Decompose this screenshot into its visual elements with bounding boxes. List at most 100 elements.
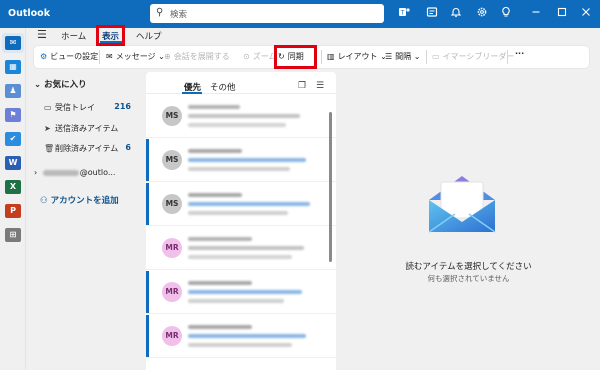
message-list: 優先 その他 ❐ ☰ MS MS MS MR MR MR — [146, 72, 336, 370]
message-item[interactable]: MS — [146, 183, 336, 226]
folder-deleted-label: 削除済みアイテム — [55, 144, 119, 153]
todo-app-icon[interactable]: ✔ — [5, 132, 21, 146]
hamburger-menu-icon[interactable]: ☰ — [37, 28, 47, 41]
folder-deleted[interactable]: 🗑削除済みアイテム — [44, 143, 118, 154]
calendar-app-icon[interactable]: ▦ — [5, 60, 21, 74]
search-icon: ⚲ — [156, 7, 164, 18]
immersive-reader-button[interactable]: ▭ イマーシブリーダー — [432, 51, 514, 62]
density-label: 間隔 — [395, 52, 412, 61]
message-preview-blurred — [188, 343, 292, 347]
favorites-header[interactable]: ⌄ お気に入り — [34, 78, 87, 90]
view-settings-button[interactable]: ⚙ ビューの設定 — [40, 51, 98, 62]
message-preview-blurred — [188, 167, 290, 171]
minimize-icon[interactable] — [528, 6, 544, 22]
message-sender-blurred — [188, 281, 252, 285]
account-name: @outlo... — [79, 168, 116, 177]
message-subject-blurred — [188, 158, 306, 162]
message-item[interactable]: MR — [146, 227, 336, 270]
bell-icon[interactable] — [448, 6, 464, 22]
message-item[interactable]: MR — [146, 315, 336, 358]
density-button[interactable]: ☰ 間隔 ⌄ — [385, 51, 420, 62]
highlight-box-sync — [274, 45, 317, 69]
message-sender-blurred — [188, 193, 242, 197]
zoom-label: ズーム — [252, 52, 277, 61]
density-icon: ☰ — [385, 52, 393, 61]
inbox-icon: ▭ — [44, 103, 52, 112]
zoom-icon: ⊙ — [243, 52, 250, 61]
tab-focused-underline — [182, 92, 202, 94]
account-row[interactable]: › @outlo... — [34, 168, 115, 177]
teams-icon[interactable]: T — [396, 6, 412, 22]
tab-home[interactable]: ホーム — [61, 30, 86, 42]
toolbar-separator — [507, 50, 508, 64]
mail-app-icon[interactable]: ✉ — [5, 36, 21, 50]
message-preview-blurred — [188, 123, 286, 127]
envelope-icon: ✉ — [106, 52, 113, 61]
message-item[interactable]: MS — [146, 139, 336, 182]
layout-button[interactable]: ▥ レイアウト ⌄ — [327, 51, 387, 62]
messages-button[interactable]: ✉ メッセージ ⌄ — [106, 51, 165, 62]
message-preview-blurred — [188, 299, 284, 303]
expand-all-label: 会話を展開する — [173, 52, 230, 61]
tab-help[interactable]: ヘルプ — [136, 30, 162, 42]
message-subject-blurred — [188, 202, 310, 206]
message-subject-blurred — [188, 290, 302, 294]
word-app-icon[interactable]: W — [5, 156, 21, 170]
calendar-notes-icon[interactable] — [424, 6, 440, 22]
select-mode-icon[interactable]: ❐ — [298, 81, 306, 91]
folder-sent[interactable]: ➤ 送信済みアイテム — [44, 123, 118, 134]
open-envelope-illustration — [425, 170, 499, 236]
inbox-count: 216 — [114, 102, 131, 111]
excel-app-icon[interactable]: X — [5, 180, 21, 194]
highlight-box-view-tab — [96, 25, 125, 46]
message-subject-blurred — [188, 246, 304, 250]
immersive-reader-label: イマーシブリーダー — [442, 52, 515, 61]
reading-pane-subtext: 何も選択されていません — [427, 274, 510, 283]
message-sender-blurred — [188, 105, 240, 109]
reading-pane-message: 読むアイテムを選択してください — [405, 262, 532, 272]
gear-icon[interactable] — [474, 6, 490, 22]
more-apps-icon[interactable]: ⊞ — [5, 228, 21, 242]
filter-icon[interactable]: ☰ — [316, 81, 324, 91]
message-sender-blurred — [188, 325, 252, 329]
folder-inbox-label: 受信トレイ — [55, 103, 95, 112]
tab-other[interactable]: その他 — [210, 81, 236, 93]
zoom-button[interactable]: ⊙ ズーム — [243, 51, 276, 62]
title-bar: Outlook ⚲ 検索 T — [0, 0, 600, 28]
add-account-link[interactable]: ⚇ アカウントを追加 — [40, 194, 119, 206]
search-placeholder: 検索 — [170, 10, 188, 20]
app-rail: ✉ ▦ ♟ ⚑ ✔ W X P ⊞ — [0, 28, 26, 370]
more-options-button[interactable]: ··· — [515, 49, 524, 58]
layout-icon: ▥ — [327, 52, 335, 61]
avatar: MR — [162, 238, 182, 258]
message-list-scrollbar[interactable] — [329, 112, 332, 262]
favorites-label: お気に入り — [44, 80, 87, 90]
search-box[interactable]: ⚲ 検索 — [150, 4, 384, 23]
message-sender-blurred — [188, 149, 242, 153]
folder-inbox[interactable]: ▭ 受信トレイ — [44, 102, 95, 113]
message-item[interactable]: MR — [146, 271, 336, 314]
powerpoint-app-icon[interactable]: P — [5, 204, 21, 218]
svg-text:T: T — [400, 10, 405, 17]
trash-icon: 🗑 — [44, 144, 55, 153]
folder-sent-label: 送信済みアイテム — [55, 124, 119, 133]
maximize-icon[interactable] — [554, 6, 570, 22]
people-app-icon[interactable]: ♟ — [5, 84, 21, 98]
view-settings-label: ビューの設定 — [50, 52, 99, 61]
avatar: MS — [162, 106, 182, 126]
groups-app-icon[interactable]: ⚑ — [5, 108, 21, 122]
account-name-blurred — [42, 169, 79, 176]
folder-pane: ⌄ お気に入り ▭ 受信トレイ 216 ➤ 送信済みアイテム 🗑削除済みアイテム 6… — [26, 72, 145, 370]
chevron-down-icon: ⌄ — [411, 52, 421, 61]
avatar: MR — [162, 282, 182, 302]
message-list-header: 優先 その他 ❐ ☰ — [146, 72, 336, 94]
messages-label: メッセージ — [115, 52, 156, 61]
add-account-label: アカウントを追加 — [50, 196, 119, 206]
message-item[interactable]: MS — [146, 95, 336, 138]
deleted-count: 6 — [125, 143, 131, 152]
immersive-reader-icon: ▭ — [432, 52, 440, 61]
close-icon[interactable] — [578, 6, 594, 22]
expand-all-button[interactable]: ⊕ 会話を展開する — [164, 51, 230, 62]
lightbulb-icon[interactable] — [498, 6, 514, 22]
chevron-right-icon: › — [34, 168, 38, 177]
